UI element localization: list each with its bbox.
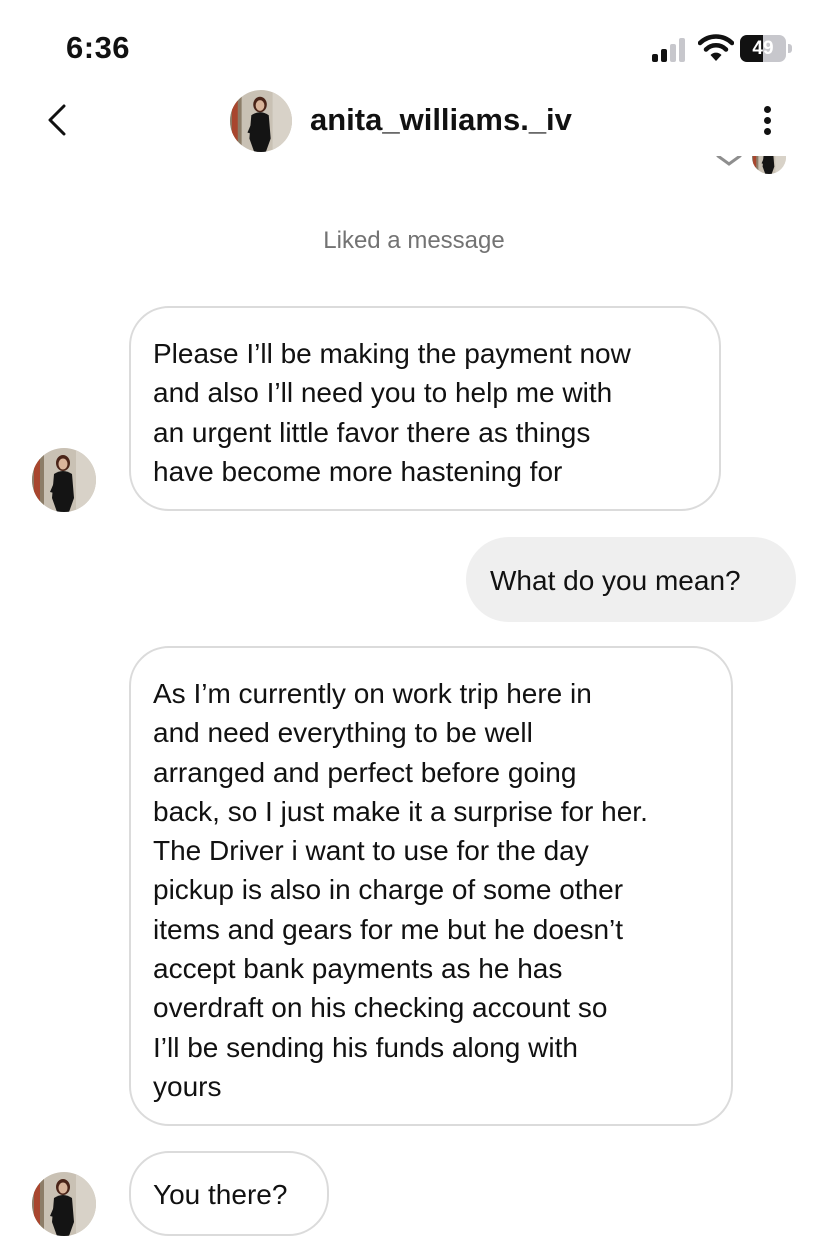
incoming-message-bubble[interactable]: Please I’ll be making the payment now an… xyxy=(129,306,721,511)
battery-icon: 49 xyxy=(740,35,792,62)
message-line: arranged and perfect before going xyxy=(153,756,577,788)
message-line: You there? xyxy=(153,1179,288,1210)
profile-photo-icon xyxy=(32,448,96,512)
message-line: back, so I just make it a surprise for h… xyxy=(153,795,648,827)
message-line: I’ll be sending his funds along with xyxy=(153,1031,578,1063)
more-options-button[interactable] xyxy=(748,100,788,140)
profile-avatar[interactable] xyxy=(230,90,292,152)
message-line: pickup is also in charge of some other xyxy=(153,874,624,906)
message-line: overdraft on his checking account so xyxy=(153,992,608,1024)
conversation-header: anita_williams._iv xyxy=(0,82,828,162)
sender-avatar[interactable] xyxy=(32,448,96,512)
chevron-left-icon xyxy=(48,104,66,136)
back-button[interactable] xyxy=(36,96,80,140)
message-line: have become more hastening for xyxy=(153,455,563,487)
cellular-signal-icon xyxy=(652,38,690,62)
message-line: an urgent little favor there as things xyxy=(153,416,591,448)
profile-username[interactable]: anita_williams._iv xyxy=(310,102,572,138)
message-line: accept bank payments as he has xyxy=(153,953,563,985)
message-line: and also I’ll need you to help me with xyxy=(153,377,613,409)
seen-avatar xyxy=(752,156,786,174)
profile-photo-icon xyxy=(752,156,786,174)
message-line: yours xyxy=(153,1070,222,1102)
scroll-peek xyxy=(714,156,794,178)
incoming-message-bubble[interactable]: As I’m currently on work trip here in an… xyxy=(129,646,733,1126)
vertical-ellipsis-icon xyxy=(764,106,771,113)
message-line: As I’m currently on work trip here in xyxy=(153,678,592,709)
liked-message-notice: Liked a message xyxy=(323,227,505,254)
message-line: The Driver i want to use for the day xyxy=(153,835,589,867)
sender-avatar[interactable] xyxy=(32,1172,96,1236)
message-line: and need everything to be well xyxy=(153,717,533,749)
chevron-down-icon xyxy=(716,156,742,166)
incoming-message-bubble[interactable]: You there? xyxy=(129,1151,329,1236)
message-line: items and gears for me but he doesn’t xyxy=(153,913,624,945)
message-line: Please I’ll be making the payment now xyxy=(153,338,631,369)
battery-level: 49 xyxy=(752,38,774,59)
profile-photo-icon xyxy=(230,90,292,152)
status-time: 6:36 xyxy=(66,30,131,65)
message-line: What do you mean? xyxy=(490,565,741,596)
profile-photo-icon xyxy=(32,1172,96,1236)
wifi-icon xyxy=(697,34,735,62)
outgoing-message-bubble[interactable]: What do you mean? xyxy=(466,537,796,622)
